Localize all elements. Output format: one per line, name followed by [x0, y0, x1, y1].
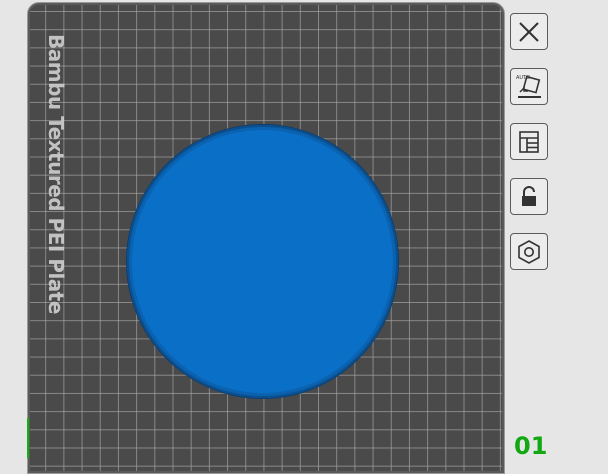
plate-label: Bambu Textured PEI Plate: [44, 34, 68, 314]
3d-viewport[interactable]: Bambu Textured PEI Plate 01 AUTO: [0, 0, 608, 474]
arrange-button[interactable]: [510, 123, 548, 160]
print-object-disc[interactable]: [127, 125, 398, 398]
auto-orient-button[interactable]: AUTO: [510, 68, 548, 105]
auto-orient-icon: AUTO: [516, 75, 541, 98]
auto-badge: AUTO: [516, 75, 530, 81]
layout-icon: [519, 130, 539, 153]
plate-settings-button[interactable]: [510, 233, 548, 270]
close-icon: [519, 21, 539, 42]
hex-nut-icon: [518, 239, 540, 264]
lock-icon: [522, 185, 536, 206]
close-button[interactable]: [510, 13, 548, 50]
lock-plate-button[interactable]: [510, 178, 548, 215]
y-axis-indicator: [27, 418, 29, 458]
